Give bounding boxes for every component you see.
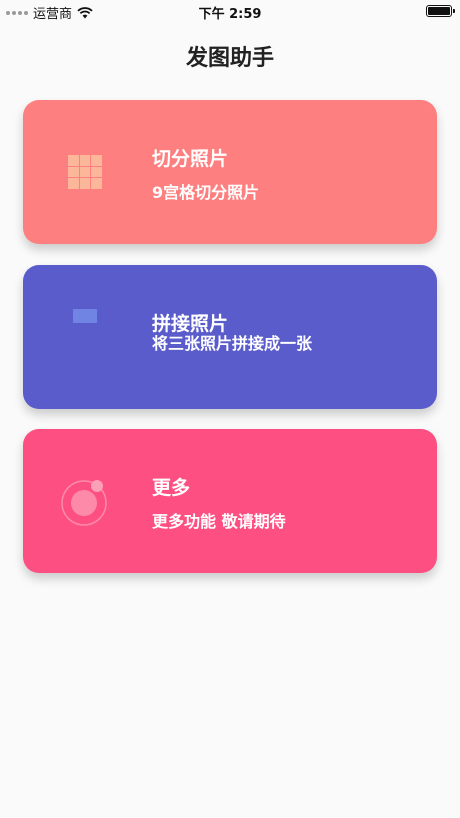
grid-icon: [68, 155, 102, 189]
collage-icon: [73, 309, 97, 323]
more-card[interactable]: 更多 更多功能 敬请期待: [23, 429, 437, 573]
card-subtitle: 9宫格切分照片: [152, 183, 260, 202]
status-time: 下午 2:59: [198, 7, 262, 22]
card-subtitle: 将三张照片拼接成一张: [152, 334, 313, 353]
page-title: 发图助手: [185, 46, 274, 71]
collage-photo-card[interactable]: 拼接照片 将三张照片拼接成一张: [23, 265, 437, 409]
battery-level: [428, 7, 450, 15]
card-title: 切分照片: [152, 148, 229, 170]
status-bar: 运营商 下午 2:59: [0, 0, 460, 22]
split-photo-card[interactable]: 切分照片 9宫格切分照片: [23, 100, 437, 244]
battery-icon: [426, 5, 455, 17]
card-title: 更多: [152, 477, 191, 499]
card-subtitle: 更多功能 敬请期待: [152, 512, 286, 531]
orbit-icon: [61, 480, 107, 526]
